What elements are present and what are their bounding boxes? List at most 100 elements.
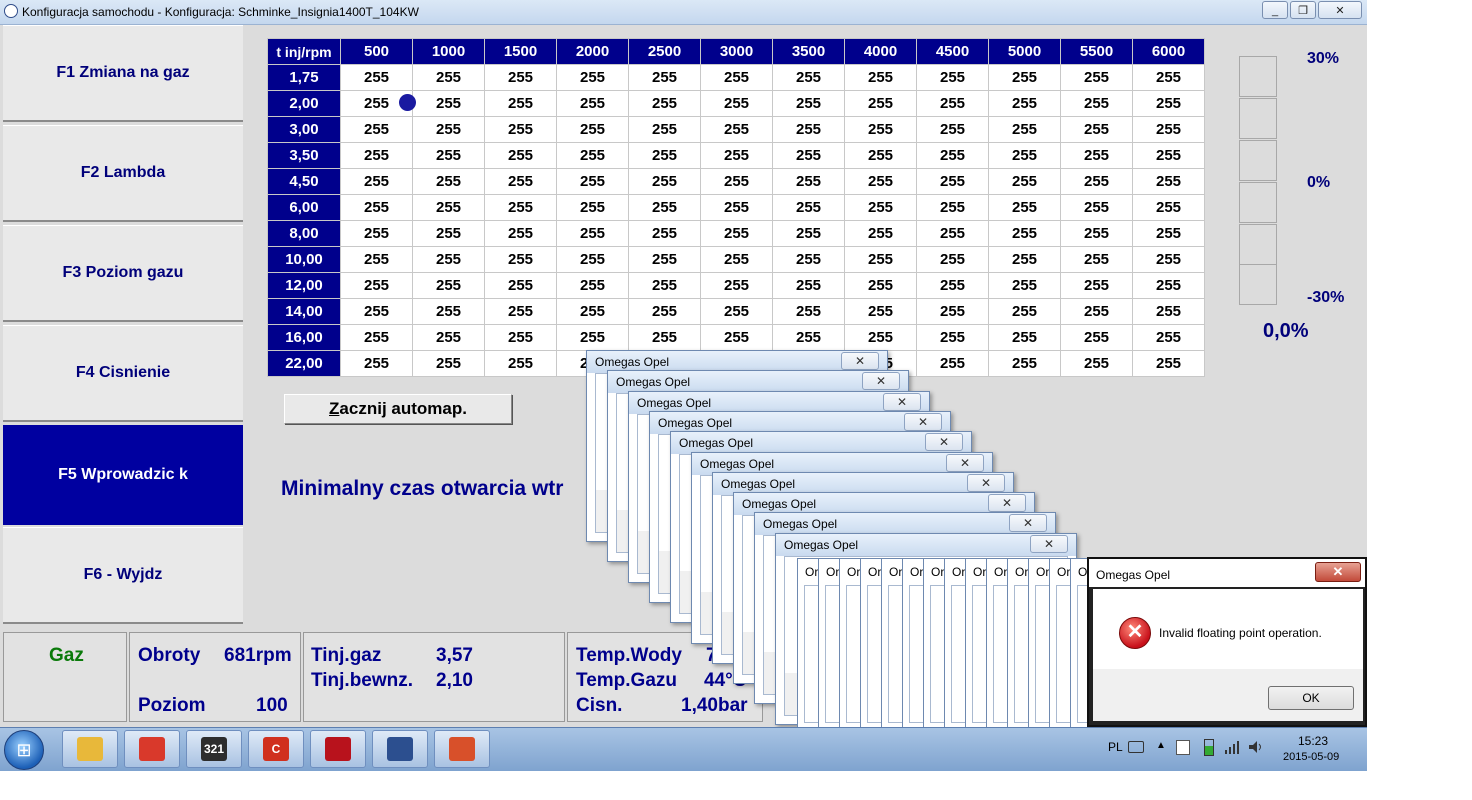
map-cell[interactable]: 255 <box>916 64 989 91</box>
map-cell[interactable]: 255 <box>556 142 629 169</box>
map-cell[interactable]: 255 <box>1132 298 1205 325</box>
map-cell[interactable]: 255 <box>916 324 989 351</box>
map-cell[interactable]: 255 <box>988 168 1061 195</box>
taskbar-app-pdf-reader[interactable] <box>310 730 366 768</box>
map-cell[interactable]: 255 <box>844 194 917 221</box>
map-cell[interactable]: 255 <box>916 298 989 325</box>
map-cell[interactable]: 255 <box>772 298 845 325</box>
map-cell[interactable]: 255 <box>1060 90 1133 117</box>
start-automap-button[interactable]: Zacznij automap. <box>284 394 512 424</box>
map-cell[interactable]: 255 <box>412 64 485 91</box>
ok-button[interactable]: OK <box>1268 686 1354 710</box>
map-cell[interactable]: 255 <box>556 324 629 351</box>
map-cell[interactable]: 255 <box>1132 324 1205 351</box>
map-cell[interactable]: 255 <box>700 90 773 117</box>
taskbar-app-media-player-classic[interactable]: 321 <box>186 730 242 768</box>
map-cell[interactable]: 255 <box>772 64 845 91</box>
map-cell[interactable]: 255 <box>556 90 629 117</box>
close-button[interactable]: ✕ <box>1318 1 1362 19</box>
map-cell[interactable]: 255 <box>628 64 701 91</box>
map-cell[interactable]: 255 <box>916 246 989 273</box>
map-cell[interactable]: 255 <box>556 116 629 143</box>
map-cell[interactable]: 255 <box>916 168 989 195</box>
map-cell[interactable]: 255 <box>1132 116 1205 143</box>
map-cell[interactable]: 255 <box>700 142 773 169</box>
map-cell[interactable]: 255 <box>1060 272 1133 299</box>
map-cell[interactable]: 255 <box>1132 220 1205 247</box>
map-cell[interactable]: 255 <box>844 246 917 273</box>
map-cell[interactable]: 255 <box>772 90 845 117</box>
map-cell[interactable]: 255 <box>988 272 1061 299</box>
map-cell[interactable]: 255 <box>628 272 701 299</box>
map-cell[interactable]: 255 <box>340 246 413 273</box>
volume-icon[interactable] <box>1248 740 1264 754</box>
map-cell[interactable]: 255 <box>628 220 701 247</box>
map-cell[interactable]: 255 <box>628 116 701 143</box>
map-cell[interactable]: 255 <box>412 194 485 221</box>
map-cell[interactable]: 255 <box>556 272 629 299</box>
map-cell[interactable]: 255 <box>844 90 917 117</box>
map-cell[interactable]: 255 <box>340 350 413 377</box>
map-cell[interactable]: 255 <box>556 194 629 221</box>
map-cell[interactable]: 255 <box>628 90 701 117</box>
map-cell[interactable]: 255 <box>340 324 413 351</box>
map-cell[interactable]: 255 <box>412 90 485 117</box>
map-cell[interactable]: 255 <box>412 142 485 169</box>
map-cell[interactable]: 255 <box>340 194 413 221</box>
map-cell[interactable]: 255 <box>844 142 917 169</box>
map-cell[interactable]: 255 <box>988 246 1061 273</box>
map-cell[interactable]: 255 <box>772 272 845 299</box>
map-cell[interactable]: 255 <box>916 350 989 377</box>
map-cell[interactable]: 255 <box>340 168 413 195</box>
map-cell[interactable]: 255 <box>988 298 1061 325</box>
map-cell[interactable]: 255 <box>412 298 485 325</box>
map-cell[interactable]: 255 <box>412 116 485 143</box>
map-cell[interactable]: 255 <box>484 90 557 117</box>
clock-date[interactable]: 2015-05-09 <box>1283 751 1339 763</box>
sidebar-item-wprowadzic[interactable]: F5 Wprowadzic k <box>3 425 243 525</box>
map-cell[interactable]: 255 <box>700 246 773 273</box>
map-cell[interactable]: 255 <box>1132 350 1205 377</box>
map-cell[interactable]: 255 <box>484 142 557 169</box>
map-cell[interactable]: 255 <box>700 298 773 325</box>
map-cell[interactable]: 255 <box>628 324 701 351</box>
map-cell[interactable]: 255 <box>556 64 629 91</box>
map-cell[interactable]: 255 <box>700 116 773 143</box>
map-cell[interactable]: 255 <box>484 168 557 195</box>
map-cell[interactable]: 255 <box>1132 272 1205 299</box>
map-cell[interactable]: 255 <box>772 246 845 273</box>
map-cell[interactable]: 255 <box>1132 194 1205 221</box>
map-cell[interactable]: 255 <box>1132 246 1205 273</box>
map-cell[interactable]: 255 <box>916 142 989 169</box>
map-cell[interactable]: 255 <box>1060 116 1133 143</box>
map-cell[interactable]: 255 <box>772 168 845 195</box>
dialog-close-button[interactable]: ✕ <box>988 494 1026 513</box>
map-cell[interactable]: 255 <box>844 116 917 143</box>
map-cell[interactable]: 255 <box>844 324 917 351</box>
sidebar-item-wyjdz[interactable]: F6 - Wyjdz <box>3 527 243 624</box>
map-cell[interactable]: 255 <box>412 272 485 299</box>
map-cell[interactable]: 255 <box>1060 298 1133 325</box>
map-cell[interactable]: 255 <box>484 194 557 221</box>
map-cell[interactable]: 255 <box>844 168 917 195</box>
clock-time[interactable]: 15:23 <box>1298 734 1328 748</box>
map-cell[interactable]: 255 <box>772 142 845 169</box>
map-cell[interactable]: 255 <box>1060 64 1133 91</box>
map-cell[interactable]: 255 <box>700 220 773 247</box>
map-cell[interactable]: 255 <box>916 220 989 247</box>
minimize-button[interactable]: _ <box>1262 1 1288 19</box>
map-cell[interactable]: 255 <box>484 220 557 247</box>
map-cell[interactable]: 255 <box>988 220 1061 247</box>
map-cell[interactable]: 255 <box>484 246 557 273</box>
action-center-flag-icon[interactable] <box>1176 740 1190 755</box>
taskbar-app-omegas[interactable] <box>372 730 428 768</box>
map-cell[interactable]: 255 <box>988 116 1061 143</box>
dialog-close-button[interactable]: ✕ <box>841 352 879 370</box>
map-cell[interactable]: 255 <box>916 90 989 117</box>
taskbar-app-chrome[interactable] <box>124 730 180 768</box>
map-cell[interactable]: 255 <box>340 116 413 143</box>
map-cell[interactable]: 255 <box>556 246 629 273</box>
map-cell[interactable]: 255 <box>1060 194 1133 221</box>
map-cell[interactable]: 255 <box>772 324 845 351</box>
map-cell[interactable]: 255 <box>412 220 485 247</box>
